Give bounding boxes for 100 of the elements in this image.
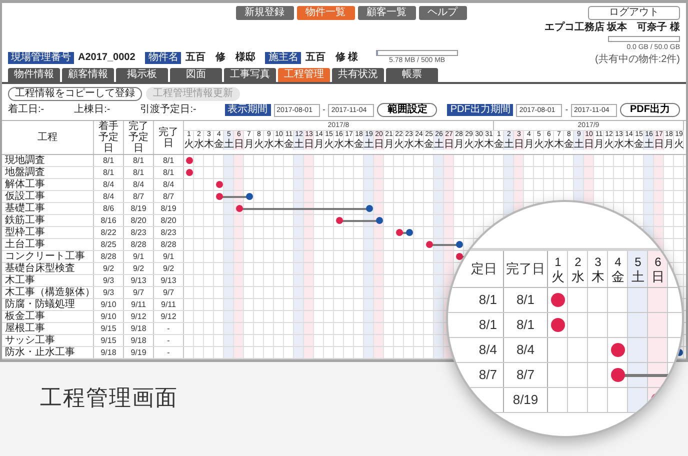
process-name: 防腐・防蟻処理 — [2, 299, 94, 310]
weekday-label: 水 — [614, 139, 624, 150]
end-dot — [246, 193, 252, 200]
start-dot — [426, 241, 432, 248]
date-cell: 8/4 — [124, 179, 154, 190]
weekday-label: 金 — [424, 139, 434, 150]
weekday-label: 月 — [454, 139, 464, 150]
weekday-label: 月 — [384, 139, 394, 150]
weekday-label: 金 — [612, 268, 624, 284]
process-name: サッシ工事 — [2, 335, 94, 346]
process-name: コンクリート工事 — [2, 251, 94, 262]
date-cell: 8/1 — [154, 155, 184, 166]
weekday-label: 火 — [604, 139, 614, 150]
weekday-label: 水 — [572, 268, 584, 284]
field-label: 施主名 — [265, 52, 302, 64]
weekday-label: 日 — [374, 139, 384, 150]
milestone-text: 引渡予定日:- — [140, 104, 196, 116]
milestone-text: 上棟日:- — [74, 104, 110, 116]
weekday-label: 日 — [234, 139, 244, 150]
date-cell: 8/1 — [124, 167, 154, 178]
start-dot — [336, 217, 342, 224]
date-cell: 8/19 — [124, 203, 154, 214]
process-name: 屋根工事 — [2, 323, 94, 334]
field-value: 五百 修 様 — [305, 52, 358, 64]
date-cell: 8/20 — [124, 215, 154, 226]
date-cell: 9/3 — [94, 275, 124, 286]
date-cell: 8/4 — [94, 179, 124, 190]
weekday-label: 金 — [284, 139, 294, 150]
date-cell: 9/1 — [154, 251, 184, 262]
tab[interactable]: 帳票 — [386, 68, 438, 82]
date-cell: 8/28 — [154, 239, 184, 250]
start-dot — [396, 229, 402, 236]
tab[interactable]: 掲示板 — [116, 68, 168, 82]
weekday-label: 土 — [294, 139, 304, 150]
tab[interactable]: 物件情報 — [8, 68, 60, 82]
process-name: 土台工事 — [2, 239, 94, 250]
date-cell: 9/13 — [154, 275, 184, 286]
date-cell: 9/18 — [124, 323, 154, 334]
weekday-label: 月 — [524, 139, 534, 150]
process-name: 解体工事 — [2, 179, 94, 190]
day-number: 3 — [594, 254, 602, 268]
date-cell: 8/1 — [448, 288, 504, 312]
range-separator: - — [322, 105, 326, 115]
date-cell: 9/1 — [124, 251, 154, 262]
date-cell: 9/19 — [124, 347, 154, 358]
date-cell: 9/7 — [154, 287, 184, 298]
weekday-label: 火 — [394, 139, 404, 150]
weekday-label: 土 — [434, 139, 444, 150]
weekday-label: 月 — [244, 139, 254, 150]
date-cell: 8/19 — [504, 388, 548, 412]
date-cell: 8/1 — [504, 313, 548, 337]
tab[interactable]: 顧客情報 — [62, 68, 114, 82]
range-button[interactable]: 範囲設定 — [377, 103, 438, 117]
weekday-label: 土 — [574, 139, 584, 150]
field-value: A2017_0002 — [78, 52, 136, 64]
process-name: 木工事（構造躯体） — [2, 287, 94, 298]
weekday-label: 木 — [592, 268, 604, 284]
start-dot — [611, 368, 625, 382]
tab[interactable]: 図面 — [170, 68, 222, 82]
nav-link[interactable]: 顧客一覧 — [358, 6, 416, 20]
date-cell: 8/20 — [154, 215, 184, 226]
day-number: 6 — [654, 254, 662, 268]
date-cell: 8/22 — [94, 227, 124, 238]
weekday-label: 日 — [584, 139, 594, 150]
nav-link[interactable]: ヘルプ — [418, 6, 467, 20]
date-cell: 8/28 — [94, 251, 124, 262]
page-caption: 工程管理画面 — [40, 385, 178, 410]
date-cell: 8/16 — [94, 215, 124, 226]
range-label: 表示期間 — [224, 104, 271, 116]
nav-link[interactable]: 新規登録 — [236, 6, 294, 20]
weekday-label: 火 — [184, 139, 194, 150]
day-number: 4 — [614, 254, 622, 268]
weekday-label: 水 — [194, 139, 204, 150]
date-cell: 8/23 — [154, 227, 184, 238]
day-number: 5 — [634, 254, 642, 268]
weekday-label: 水 — [544, 139, 554, 150]
weekday-label: 火 — [674, 139, 684, 150]
tab[interactable]: 共有状況 — [332, 68, 384, 82]
logout-button[interactable]: ログアウト — [588, 6, 680, 20]
weekday-label: 土 — [224, 139, 234, 150]
weekday-label: 木 — [274, 139, 284, 150]
start-dot — [456, 253, 462, 260]
range-separator: - — [565, 105, 568, 115]
date-cell: 8/1 — [124, 155, 154, 166]
date-cell: 9/10 — [94, 311, 124, 322]
range-button[interactable]: PDF出力 — [620, 103, 680, 117]
weekday-label: 木 — [624, 139, 634, 150]
copy-button[interactable]: 工程情報をコピーして登録 — [8, 87, 142, 101]
date-cell: 8/28 — [124, 239, 154, 250]
start-dot — [551, 293, 565, 307]
date-cell: 8/1 — [94, 155, 124, 166]
tab[interactable]: 工事写真 — [224, 68, 276, 82]
field-label: 現場管理番号 — [8, 52, 74, 64]
date-cell: 8/7 — [504, 363, 548, 387]
weekday-label: 火 — [254, 139, 264, 150]
date-cell: 9/15 — [94, 323, 124, 334]
date-cell: 8/25 — [94, 239, 124, 250]
date-cell: 8/19 — [154, 203, 184, 214]
process-name: 型枠工事 — [2, 227, 94, 238]
user-name: エプコ工務店 坂本 可奈子 様 — [544, 22, 680, 34]
